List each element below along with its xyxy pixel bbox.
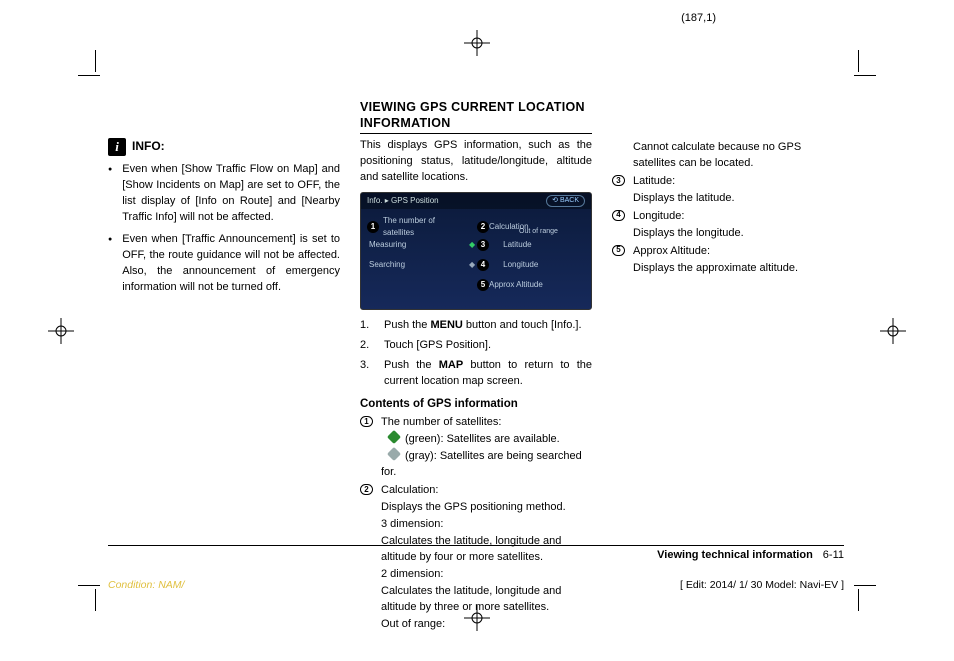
step-text: button and touch [Info.]. bbox=[463, 319, 582, 331]
circled-1-icon: 1 bbox=[360, 416, 373, 427]
step-text: Touch [GPS Position]. bbox=[384, 338, 491, 354]
screenshot-title: Info. ▸ GPS Position bbox=[367, 195, 439, 207]
item-text: Displays the longitude. bbox=[633, 226, 844, 242]
back-label: BACK bbox=[560, 197, 579, 204]
item-text: 3 dimension: bbox=[381, 517, 592, 533]
intro-text: This displays GPS information, such as t… bbox=[360, 138, 592, 186]
registration-mark-icon bbox=[48, 318, 74, 344]
item-text: (gray): Satellites are being searched fo… bbox=[381, 450, 582, 478]
step-item: Touch [GPS Position]. bbox=[360, 338, 592, 354]
item-text: Displays the GPS positioning method. bbox=[381, 500, 592, 516]
crop-mark bbox=[858, 54, 880, 76]
circled-2-icon: 2 bbox=[360, 484, 373, 495]
bullet-text: Even when [Show Traffic Flow on Map] and… bbox=[122, 162, 340, 226]
circled-5-icon: 5 bbox=[612, 245, 625, 256]
gps-contents-list: 1 The number of satellites: (green): Sat… bbox=[360, 415, 592, 632]
page-coordinate: (187,1) bbox=[681, 12, 716, 24]
bullet-text: Even when [Traffic Announcement] is set … bbox=[122, 232, 340, 296]
item-title: The number of satellites: bbox=[381, 415, 592, 431]
item-text: Displays the approximate altitude. bbox=[633, 261, 844, 277]
callout-5-icon: 5 bbox=[477, 279, 489, 291]
gps-screenshot: Info. ▸ GPS Position ⟲ BACK 1 The number… bbox=[360, 192, 592, 310]
list-item: Even when [Traffic Announcement] is set … bbox=[108, 232, 340, 296]
condition-label: Condition: NAM/ bbox=[108, 579, 184, 591]
info-bullet-list: Even when [Show Traffic Flow on Map] and… bbox=[108, 162, 340, 296]
crop-mark bbox=[74, 54, 96, 76]
item-text: (green): Satellites are available. bbox=[405, 433, 560, 445]
info-heading: i INFO: bbox=[108, 138, 340, 156]
info-label: INFO: bbox=[132, 138, 165, 155]
step-item: Push the MAP button to return to the cur… bbox=[360, 358, 592, 390]
list-item: 4 Longitude: Displays the longitude. bbox=[612, 209, 844, 242]
footer-page-number: 6-11 bbox=[823, 549, 844, 561]
list-item: 1 The number of satellites: (green): Sat… bbox=[360, 415, 592, 481]
step-bold: MENU bbox=[430, 319, 462, 331]
gps-contents-list-cont: Cannot calculate because no GPS satellit… bbox=[612, 140, 844, 277]
step-text: Push the bbox=[384, 359, 439, 371]
steps-list: Push the MENU button and touch [Info.]. … bbox=[360, 318, 592, 390]
item-title: Longitude: bbox=[633, 209, 844, 225]
item-title: Approx Altitude: bbox=[633, 244, 844, 260]
screenshot-label: Longitude bbox=[479, 259, 583, 271]
callout-3-icon: 3 bbox=[477, 239, 489, 251]
item-title: Latitude: bbox=[633, 174, 844, 190]
screenshot-label: Latitude bbox=[479, 239, 583, 251]
screenshot-label: Out of range bbox=[369, 227, 583, 237]
item-text: Cannot calculate because no GPS satellit… bbox=[633, 140, 844, 172]
circled-4-icon: 4 bbox=[612, 210, 625, 221]
step-bold: MAP bbox=[439, 359, 463, 371]
screenshot-topbar: Info. ▸ GPS Position ⟲ BACK bbox=[361, 193, 591, 209]
info-icon: i bbox=[108, 138, 126, 156]
footer-separator bbox=[108, 545, 844, 546]
step-text: Push the bbox=[384, 319, 430, 331]
list-item: 3 Latitude: Displays the latitude. bbox=[612, 174, 844, 207]
item-text: Displays the latitude. bbox=[633, 191, 844, 207]
screenshot-label: Measuring bbox=[369, 239, 465, 251]
list-item: Even when [Show Traffic Flow on Map] and… bbox=[108, 162, 340, 226]
screenshot-label: Searching bbox=[369, 259, 465, 271]
subheading: Contents of GPS information bbox=[360, 396, 592, 413]
list-item: 5 Approx Altitude: Displays the approxim… bbox=[612, 244, 844, 277]
content-area: i INFO: Even when [Show Traffic Flow on … bbox=[108, 100, 844, 567]
step-item: Push the MENU button and touch [Info.]. bbox=[360, 318, 592, 334]
crop-mark bbox=[74, 585, 96, 607]
registration-mark-icon bbox=[880, 318, 906, 344]
satellite-gray-icon bbox=[387, 447, 401, 461]
column-3: Cannot calculate because no GPS satellit… bbox=[612, 100, 844, 567]
list-item: Cannot calculate because no GPS satellit… bbox=[612, 140, 844, 172]
item-title: Calculation: bbox=[381, 483, 592, 499]
circled-3-icon: 3 bbox=[612, 175, 625, 186]
column-1: i INFO: Even when [Show Traffic Flow on … bbox=[108, 100, 340, 567]
column-2: VIEWING GPS CURRENT LOCATION INFORMATION… bbox=[360, 100, 592, 567]
footer-edit-info: [ Edit: 2014/ 1/ 30 Model: Navi-EV ] bbox=[108, 579, 844, 591]
back-button-icon: ⟲ BACK bbox=[546, 195, 585, 207]
satellite-green-icon bbox=[387, 430, 401, 444]
section-title: VIEWING GPS CURRENT LOCATION INFORMATION bbox=[360, 100, 592, 134]
crop-mark bbox=[858, 585, 880, 607]
item-text: Out of range: bbox=[381, 617, 592, 633]
callout-4-icon: 4 bbox=[477, 259, 489, 271]
footer: Viewing technical information 6-11 [ Edi… bbox=[108, 545, 844, 591]
footer-section: Viewing technical information bbox=[657, 549, 813, 561]
registration-mark-icon bbox=[464, 30, 490, 56]
